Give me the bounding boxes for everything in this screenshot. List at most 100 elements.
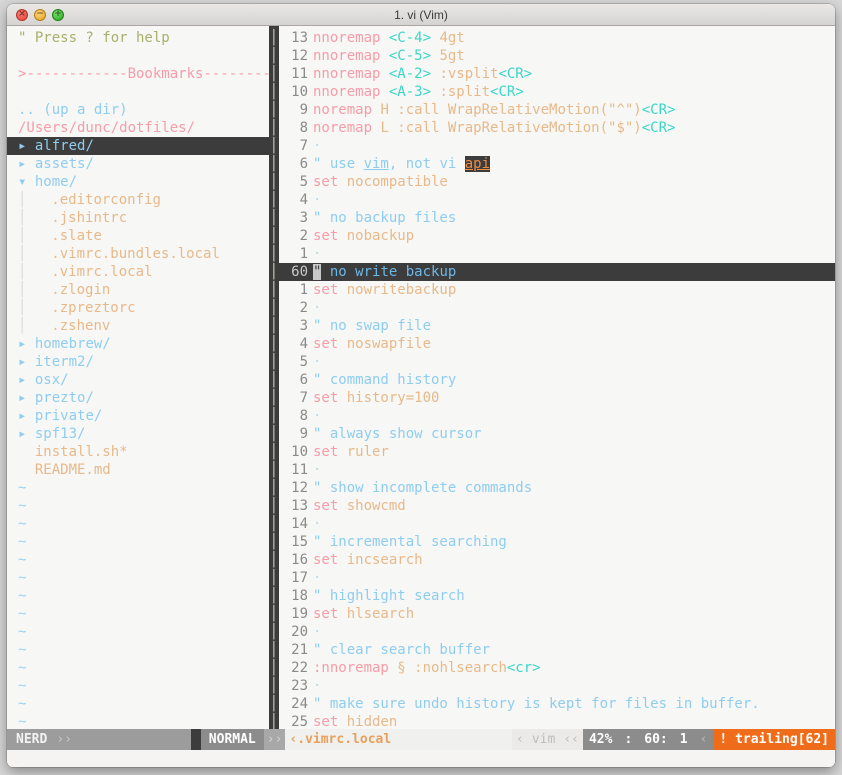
nerdtree-entry-14[interactable]: ▸ prezto/ <box>7 389 269 407</box>
buffer-pane[interactable]: 13 nnoremap <C-4> 4gt 12 nnoremap <C-5> 5gt… <box>279 26 835 729</box>
maximize-button[interactable]: + <box>52 8 64 21</box>
nerdtree-entry-8[interactable]: │ .zlogin <box>7 281 269 299</box>
nerdtree-entry-1[interactable]: ▸ assets/ <box>7 155 269 173</box>
line-content: " no backup files <box>313 209 835 227</box>
vertical-split-divider[interactable]: │ │ │ │ │ │ │ │ │ │ │ │ │ │ │ │ │ │ │ │ … <box>269 26 279 729</box>
line-number: 20 <box>291 624 308 640</box>
nerdtree-entry-3[interactable]: │ .editorconfig <box>7 191 269 209</box>
buffer-line[interactable]: 7 set history=100 <box>279 389 835 407</box>
buffer-line[interactable]: 10 nnoremap <A-3> :split<CR> <box>279 83 835 101</box>
buffer-line[interactable]: 1 · <box>279 245 835 263</box>
buffer-line[interactable]: 5 set nocompatible <box>279 173 835 191</box>
code-token: " highlight search <box>313 588 465 604</box>
code-token: nobackup <box>346 228 415 244</box>
code-token: " clear search buffer <box>313 642 491 658</box>
buffer-line[interactable]: 6 " command history <box>279 371 835 389</box>
line-number: 4 <box>299 192 308 208</box>
buffer-line[interactable]: 21 " clear search buffer <box>279 641 835 659</box>
buffer-line[interactable]: 2 set nobackup <box>279 227 835 245</box>
chevron-right-icon[interactable]: ▸ <box>18 408 26 424</box>
buffer-line[interactable]: 4 set noswapfile <box>279 335 835 353</box>
status-filetype-right-sep: ‹‹ <box>559 729 583 750</box>
code-token: " show incomplete commands <box>313 480 533 496</box>
nerdtree-entry-9[interactable]: │ .zpreztorc <box>7 299 269 317</box>
nerdtree-entry-7[interactable]: │ .vimrc.local <box>7 263 269 281</box>
nerdtree-entry-17[interactable]: install.sh* <box>7 443 269 461</box>
code-token: L :call WrapRelativeMotion("$") <box>380 120 642 136</box>
chevron-right-icon[interactable]: ▸ <box>18 372 26 388</box>
buffer-line[interactable]: 20 · <box>279 623 835 641</box>
line-content: set nobackup <box>313 227 835 245</box>
nerdtree-entry-16[interactable]: ▸ spf13/ <box>7 425 269 443</box>
buffer-line[interactable]: 23 · <box>279 677 835 695</box>
buffer-line[interactable]: 8 · <box>279 407 835 425</box>
line-content: · <box>313 353 835 371</box>
buffer-line-current[interactable]: 60 " no write backup <box>279 263 835 281</box>
buffer-line[interactable]: 12 nnoremap <C-5> 5gt <box>279 47 835 65</box>
buffer-line[interactable]: 8 noremap L :call WrapRelativeMotion("$")… <box>279 119 835 137</box>
nerdtree-entry-12[interactable]: ▸ iterm2/ <box>7 353 269 371</box>
nerdtree-entry-18[interactable]: README.md <box>7 461 269 479</box>
nerdtree-entry-5[interactable]: │ .slate <box>7 227 269 245</box>
buffer-line[interactable]: 19 set hlsearch <box>279 605 835 623</box>
buffer-line[interactable]: 1 set nowritebackup <box>279 281 835 299</box>
buffer-line[interactable]: 4 · <box>279 191 835 209</box>
chevron-right-icon[interactable]: ▸ <box>18 426 26 442</box>
line-content: · <box>313 407 835 425</box>
buffer-line[interactable]: 9 " always show cursor <box>279 425 835 443</box>
line-content: " always show cursor <box>313 425 835 443</box>
buffer-line[interactable]: 12 " show incomplete commands <box>279 479 835 497</box>
nerdtree-entry-2[interactable]: ▾ home/ <box>7 173 269 191</box>
close-button[interactable]: × <box>16 8 28 21</box>
buffer-line[interactable]: 9 noremap H :call WrapRelativeMotion("^")… <box>279 101 835 119</box>
chevron-right-icon[interactable]: ▸ <box>18 138 26 154</box>
code-token: · <box>313 354 322 370</box>
buffer-line[interactable]: 13 set showcmd <box>279 497 835 515</box>
chevron-right-icon[interactable]: ▸ <box>18 354 26 370</box>
buffer-line[interactable]: 14 · <box>279 515 835 533</box>
buffer-line[interactable]: 13 nnoremap <C-4> 4gt <box>279 29 835 47</box>
buffer-line[interactable]: 25 set hidden <box>279 713 835 729</box>
buffer-line[interactable]: 2 · <box>279 299 835 317</box>
buffer-line[interactable]: 11 · <box>279 461 835 479</box>
minimize-button[interactable]: − <box>34 8 46 21</box>
buffer-line[interactable]: 24 " make sure undo history is kept for f… <box>279 695 835 713</box>
buffer-line[interactable]: 3 " no swap file <box>279 317 835 335</box>
nerdtree-entry-6[interactable]: │ .vimrc.bundles.local <box>7 245 269 263</box>
line-content: · <box>313 515 835 533</box>
line-number: 6 <box>299 372 308 388</box>
nerdtree-entry-13[interactable]: ▸ osx/ <box>7 371 269 389</box>
buffer-line[interactable]: 5 · <box>279 353 835 371</box>
nerdtree-pane[interactable]: " Press ? for help >------------Bookmark… <box>7 26 269 729</box>
nerdtree-entry-4[interactable]: │ .jshintrc <box>7 209 269 227</box>
status-filetype: vim <box>527 729 560 750</box>
buffer-line[interactable]: 15 " incremental searching <box>279 533 835 551</box>
buffer-line[interactable]: 3 " no backup files <box>279 209 835 227</box>
nerdtree-entry-11[interactable]: ▸ homebrew/ <box>7 335 269 353</box>
buffer-line[interactable]: 16 set incsearch <box>279 551 835 569</box>
nerdtree-entry-15[interactable]: ▸ private/ <box>7 407 269 425</box>
nerdtree-entry-selected[interactable]: ▸ alfred/ <box>7 137 269 155</box>
buffer-line[interactable]: 11 nnoremap <A-2> :vsplit<CR> <box>279 65 835 83</box>
buffer-line[interactable]: 22:nnoremap § :nohlsearch<cr> <box>279 659 835 677</box>
line-number: 11 <box>291 462 308 478</box>
nerdtree-entry-10[interactable]: │ .zshenv <box>7 317 269 335</box>
buffer-line[interactable]: 18 " highlight search <box>279 587 835 605</box>
status-split-gap <box>190 729 201 750</box>
buffer-line[interactable]: 6 " use vim, not vi api <box>279 155 835 173</box>
buffer-line[interactable]: 7 · <box>279 137 835 155</box>
line-content: :nnoremap § :nohlsearch<cr> <box>313 659 835 677</box>
chevron-right-icon[interactable]: ▸ <box>18 336 26 352</box>
buffer-line[interactable]: 10 set ruler <box>279 443 835 461</box>
code-token: · <box>313 138 322 154</box>
code-token: H :call WrapRelativeMotion("^") <box>380 102 642 118</box>
tree-indent-guide: │ <box>18 282 27 298</box>
nerdtree-up-a-dir[interactable]: .. (up a dir) <box>7 101 269 119</box>
chevron-right-icon[interactable]: ▸ <box>18 156 26 172</box>
line-number: 10 <box>291 84 308 100</box>
chevron-down-icon[interactable]: ▾ <box>18 174 26 190</box>
code-token: · <box>313 570 322 586</box>
code-token: hlsearch <box>346 606 415 622</box>
buffer-line[interactable]: 17 · <box>279 569 835 587</box>
chevron-right-icon[interactable]: ▸ <box>18 390 26 406</box>
